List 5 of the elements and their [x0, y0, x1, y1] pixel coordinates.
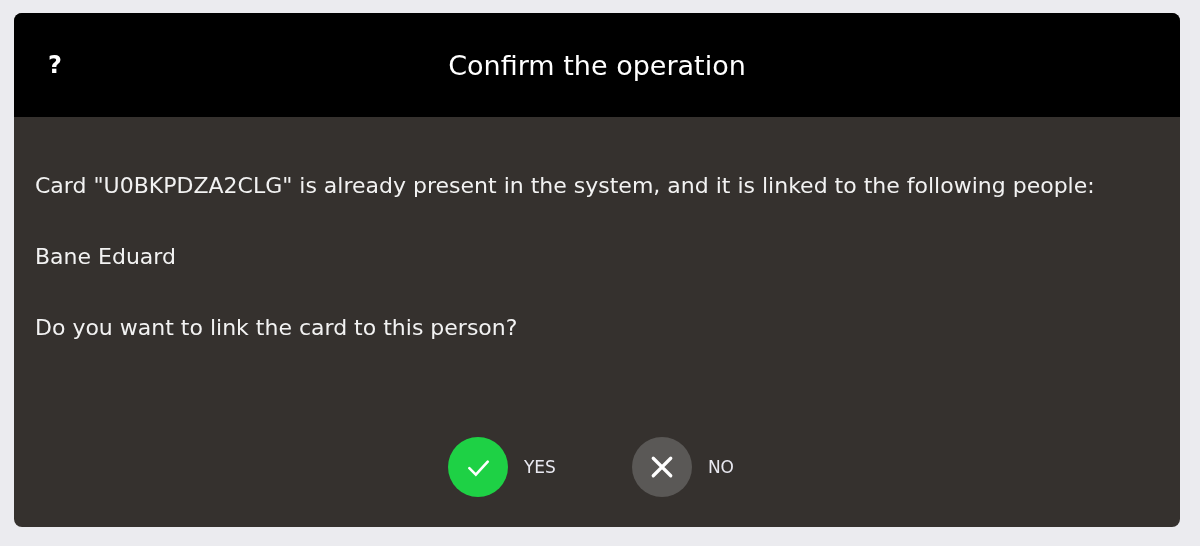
message-text: Card "U0BKPDZA2CLG" is already present in the system, and it is linked to the following people:: [35, 172, 1096, 200]
dialog-title: Confirm the operation: [447, 49, 747, 81]
help-mark: ?: [48, 51, 63, 79]
message-text: Do you want to link the card to this person?: [35, 314, 519, 342]
message-text: Bane Eduard: [35, 243, 177, 271]
